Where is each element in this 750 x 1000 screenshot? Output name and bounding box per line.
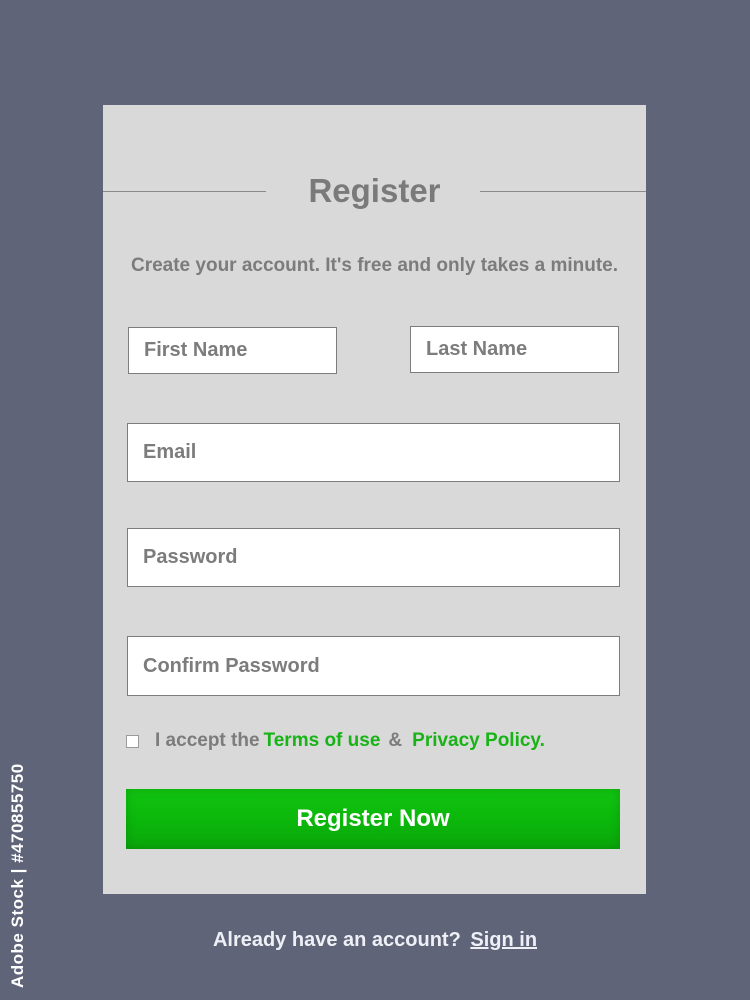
terms-checkbox[interactable] xyxy=(126,735,139,748)
confirm-password-field[interactable] xyxy=(127,636,620,696)
form-subtitle: Create your account. It's free and only … xyxy=(130,255,619,276)
signin-question: Already have an account? xyxy=(212,929,461,951)
terms-ampersand: & xyxy=(388,730,403,751)
terms-of-use-link[interactable]: Terms of use xyxy=(264,730,381,752)
stock-id-label: Adobe Stock | #470855750 xyxy=(8,763,27,988)
signin-prompt: Already have an account? Sign in xyxy=(0,926,750,954)
register-now-button[interactable]: Register Now xyxy=(126,789,620,849)
terms-row: I accept the Terms of use & Privacy Poli… xyxy=(126,728,545,754)
first-name-field[interactable] xyxy=(128,327,337,374)
last-name-field[interactable] xyxy=(410,326,619,373)
privacy-policy-link[interactable]: Privacy Policy. xyxy=(412,730,545,752)
terms-prefix: I accept the xyxy=(155,730,260,751)
register-card: Register Create your account. It's free … xyxy=(103,105,646,894)
password-field[interactable] xyxy=(127,528,620,587)
sign-in-link[interactable]: Sign in xyxy=(470,929,537,951)
email-field[interactable] xyxy=(127,423,620,482)
title-divider-right xyxy=(480,191,646,192)
